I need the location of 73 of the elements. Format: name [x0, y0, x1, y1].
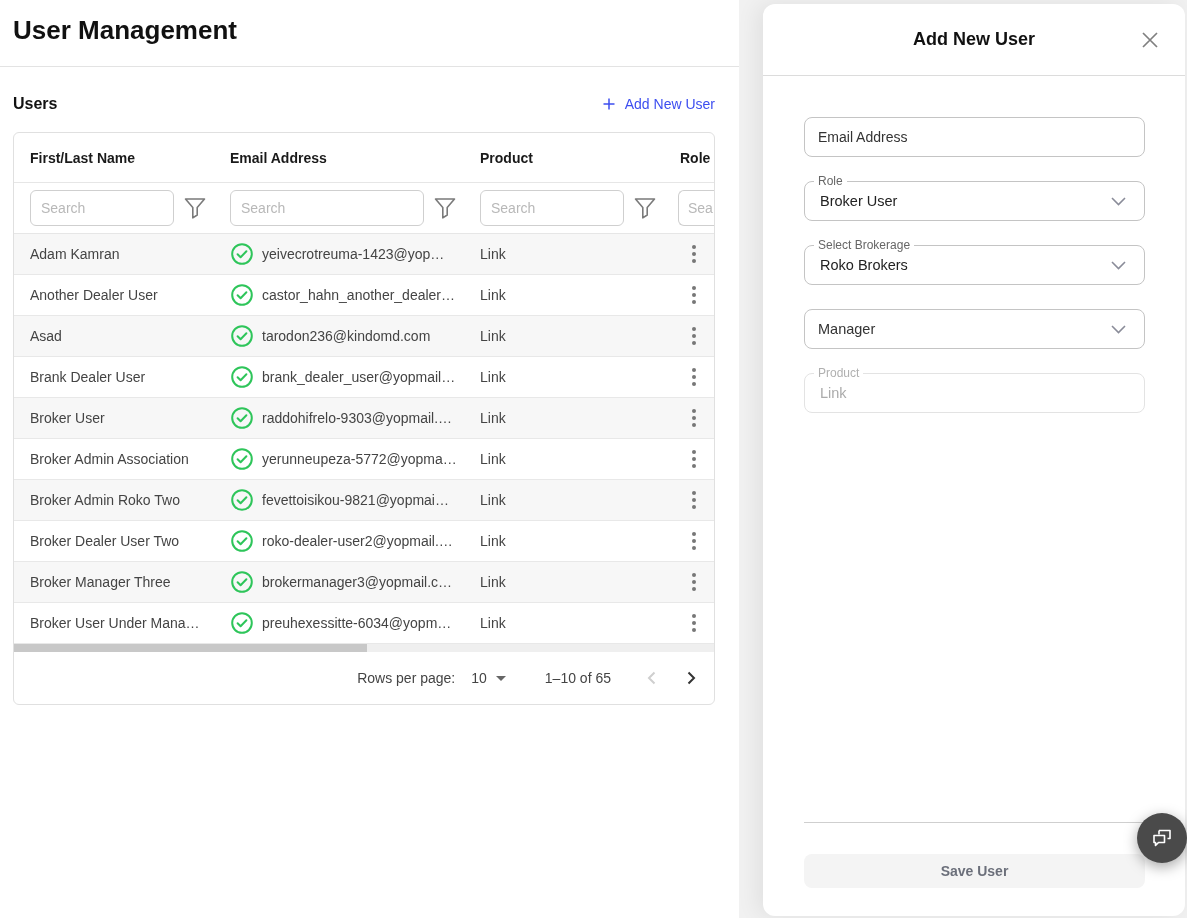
product-cell-text: Link [479, 451, 507, 467]
email-address: raddohifrelo-9303@yopmail.… [262, 410, 453, 426]
email-address: brank_dealer_user@yopmail… [262, 369, 456, 385]
product-cell-text: Link [479, 410, 507, 426]
text-field: Product Link [804, 366, 1145, 413]
product-cell-text: Link [479, 369, 507, 385]
more-options-icon[interactable] [692, 327, 696, 345]
select-field[interactable]: Manager [804, 309, 1145, 349]
scrollbar-thumb[interactable] [14, 644, 367, 652]
product-cell-text: Link [479, 492, 507, 508]
filter-icon[interactable] [634, 197, 656, 219]
add-new-user-link[interactable]: Add New User [602, 96, 715, 112]
product-cell-text: Link [479, 533, 507, 549]
email-address: brokermanager3@yopmail.c… [262, 574, 453, 590]
column-header[interactable]: Email Address [214, 149, 464, 166]
name-cell-text: Broker User Under Mana… [29, 615, 201, 631]
more-options-icon[interactable] [692, 450, 696, 468]
select-field[interactable]: Select Brokerage Roko Brokers [804, 238, 1145, 285]
page-title: User Management [13, 15, 237, 46]
drawer-title: Add New User [913, 29, 1035, 50]
email-address: yeivecrotreuma-1423@yop… [262, 246, 445, 262]
name-cell-text: Broker Dealer User Two [29, 533, 181, 549]
email-address: tarodon236@kindomd.com [262, 328, 431, 344]
search-field[interactable]: Sea [678, 190, 714, 226]
more-options-icon[interactable] [692, 409, 696, 427]
more-options-icon[interactable] [692, 286, 696, 304]
column-header[interactable]: Product [464, 149, 664, 166]
horizontal-scrollbar[interactable] [14, 644, 714, 652]
more-options-icon[interactable] [692, 614, 696, 632]
more-options-icon[interactable] [692, 532, 696, 550]
search-field[interactable]: Search [480, 190, 624, 226]
filter-icon[interactable] [434, 197, 456, 219]
more-options-icon[interactable] [692, 491, 696, 509]
email-address: preuhexessitte-6034@yopm… [262, 615, 452, 631]
email-address: roko-dealer-user2@yopmail.… [262, 533, 453, 549]
rows-per-page-label: Rows per page: [357, 670, 456, 686]
email-address: castor_hahn_another_dealer… [262, 287, 456, 303]
name-cell-text: Broker Admin Roko Two [29, 492, 181, 508]
page-range: 1–10 of 65 [544, 670, 611, 686]
chat-bubbles-icon [1151, 827, 1173, 849]
more-options-icon[interactable] [692, 245, 696, 263]
rows-per-page-select[interactable]: 10 [471, 670, 506, 686]
column-header[interactable]: First/Last Name [14, 149, 214, 166]
email-address: fevettoisikou-9821@yopmai… [262, 492, 449, 508]
name-cell-text: Broker Manager Three [29, 574, 172, 590]
search-field[interactable]: Search [30, 190, 174, 226]
email-address: yerunneupeza-5772@yopma… [262, 451, 457, 467]
product-cell-text: Link [479, 287, 507, 303]
chevron-down-icon [1111, 324, 1126, 334]
chevron-right-icon[interactable] [687, 671, 696, 685]
product-cell-text: Link [479, 615, 507, 631]
name-cell-text: Asad [29, 328, 63, 344]
name-cell-text: Broker User [29, 410, 106, 426]
name-cell-text: Another Dealer User [29, 287, 159, 303]
select-field[interactable]: Role Broker User [804, 174, 1145, 221]
more-options-icon[interactable] [692, 573, 696, 591]
column-header[interactable]: Role [664, 149, 714, 166]
name-cell-text: Brank Dealer User [29, 369, 147, 385]
product-cell-text: Link [479, 328, 507, 344]
filter-icon[interactable] [184, 197, 206, 219]
chevron-down-icon [1111, 260, 1126, 270]
product-cell-text: Link [479, 246, 507, 262]
product-cell-text: Link [479, 574, 507, 590]
name-cell-text: Broker Admin Association [29, 451, 190, 467]
section-title: Users [13, 95, 58, 113]
search-field[interactable]: Search [230, 190, 424, 226]
email-field[interactable]: Email Address [804, 117, 1145, 157]
name-cell-text: Adam Kamran [29, 246, 121, 262]
close-icon[interactable] [1142, 31, 1158, 48]
more-options-icon[interactable] [692, 368, 696, 386]
chevron-down-icon [1111, 196, 1126, 206]
caret-down-icon [495, 675, 506, 681]
plus-icon [602, 98, 615, 110]
